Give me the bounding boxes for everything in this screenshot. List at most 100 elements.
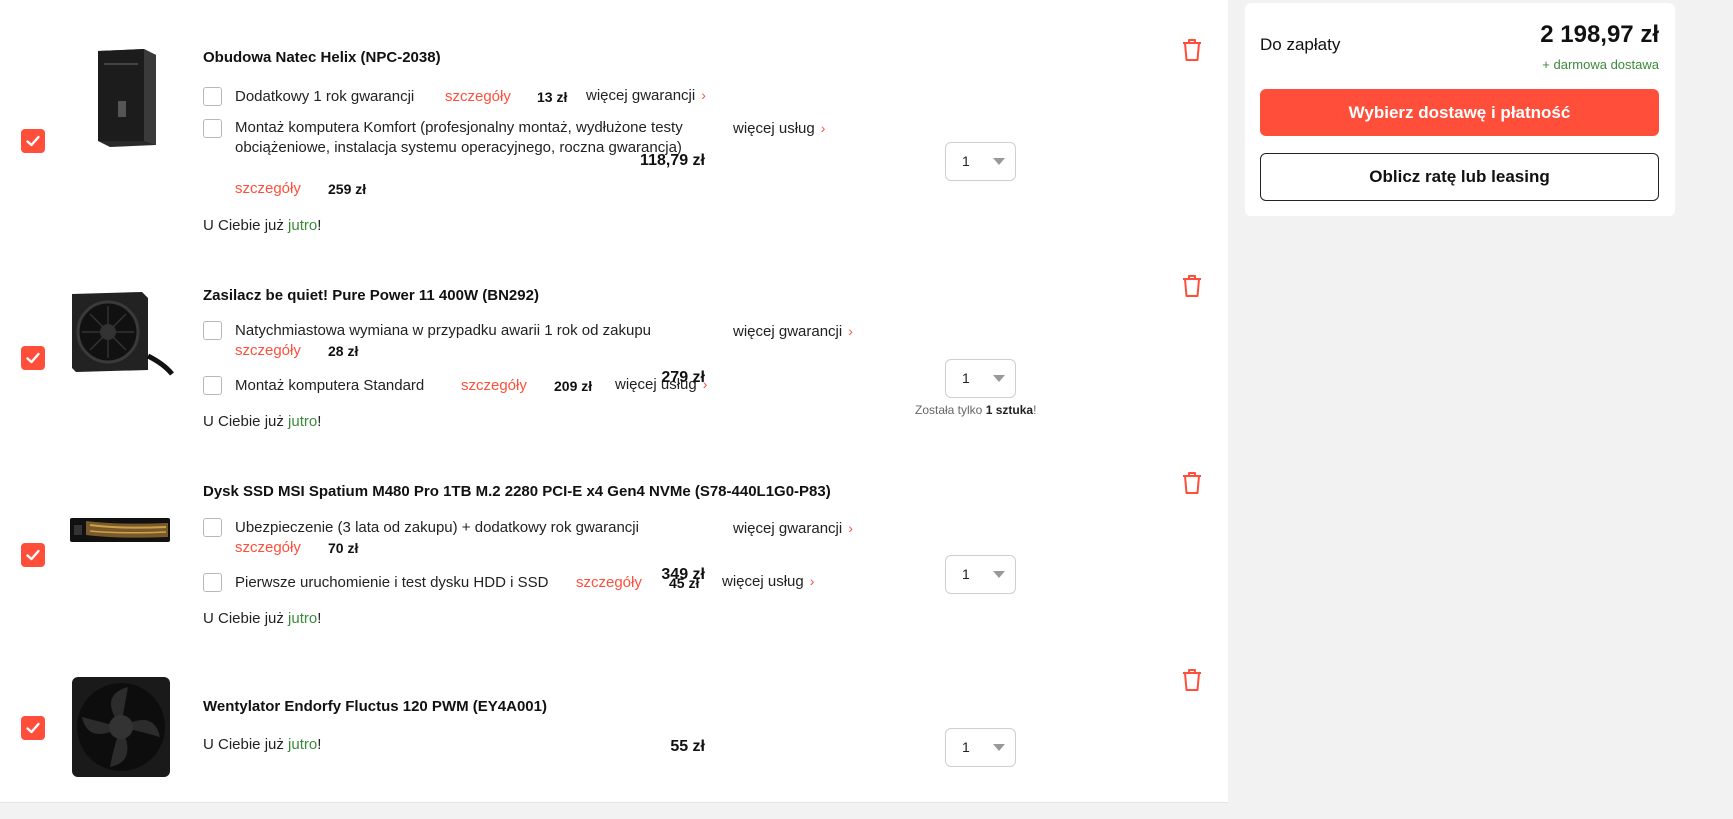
more-services-link[interactable]: więcej usług › (722, 573, 814, 590)
more-services-label: więcej usług (722, 573, 804, 590)
order-total: 2 198,97 zł (1540, 21, 1659, 48)
option-details-link[interactable]: szczegóły (461, 377, 527, 394)
delivery-info: U Ciebie już jutro! (203, 217, 321, 234)
delivery-info: U Ciebie już jutro! (203, 413, 321, 430)
cart-items-panel: Obudowa Natec Helix (NPC-2038) Dodatkowy… (0, 0, 1228, 803)
delivery-suffix: ! (317, 610, 322, 627)
chevron-right-icon: › (701, 87, 706, 103)
chevron-right-icon: › (848, 323, 853, 339)
calculate-installment-button[interactable]: Oblicz ratę lub leasing (1260, 153, 1659, 201)
delivery-prefix: U Ciebie już (203, 217, 289, 234)
option-price: 209 zł (554, 378, 593, 394)
trash-icon (1183, 472, 1201, 494)
free-delivery-note: + darmowa dostawa (1542, 57, 1659, 72)
quantity-select[interactable]: 1 (945, 142, 1016, 181)
product-title[interactable]: Obudowa Natec Helix (NPC-2038) (203, 49, 441, 66)
chevron-right-icon: › (848, 520, 853, 536)
remove-item-button[interactable] (1179, 667, 1205, 693)
product-image-ssd[interactable] (68, 515, 174, 545)
quantity-select[interactable]: 1 (945, 555, 1016, 594)
option-checkbox[interactable] (203, 321, 222, 340)
remove-item-button[interactable] (1179, 273, 1205, 299)
option-label: Montaż komputera Standard (235, 377, 425, 394)
option-details-link[interactable]: szczegóły (576, 574, 642, 591)
choose-delivery-payment-button[interactable]: Wybierz dostawę i płatność (1260, 89, 1659, 136)
trash-icon (1183, 39, 1201, 61)
chevron-right-icon: › (820, 120, 826, 136)
line-price: 55 zł (670, 738, 705, 755)
option-checkbox[interactable] (203, 573, 222, 592)
line-price: 279 zł (661, 369, 705, 386)
more-services-link[interactable]: więcej usług › (733, 120, 825, 137)
checkmark-icon (26, 722, 40, 734)
option-details-link[interactable]: szczegóły (235, 180, 301, 197)
trash-icon (1183, 669, 1201, 691)
low-stock-notice: Została tylko 1 sztuka! (915, 403, 1036, 417)
more-warranty-label: więcej gwarancji (733, 520, 843, 537)
more-services-label: więcej usług (733, 120, 815, 137)
delivery-suffix: ! (317, 217, 322, 234)
dropdown-arrow-icon (993, 375, 1005, 382)
option-label: Ubezpieczenie (3 lata od zakupu) + dodat… (235, 519, 639, 536)
more-warranty-link[interactable]: więcej gwarancji › (733, 520, 853, 537)
more-warranty-label: więcej gwarancji (733, 323, 843, 340)
product-title[interactable]: Wentylator Endorfy Fluctus 120 PWM (EY4A… (203, 698, 547, 715)
delivery-day: jutro (288, 217, 318, 234)
delivery-day: jutro (288, 610, 318, 627)
stock-suffix: ! (1033, 403, 1037, 417)
item-select-checkbox[interactable] (21, 346, 45, 370)
to-pay-label: Do zapłaty (1260, 35, 1341, 54)
option-checkbox[interactable] (203, 87, 222, 106)
quantity-value: 1 (962, 566, 970, 582)
line-price: 118,79 zł (640, 152, 705, 169)
remove-item-button[interactable] (1179, 470, 1205, 496)
dropdown-arrow-icon (993, 158, 1005, 165)
remove-item-button[interactable] (1179, 37, 1205, 63)
checkmark-icon (26, 135, 40, 147)
more-warranty-link[interactable]: więcej gwarancji › (733, 323, 853, 340)
trash-icon (1183, 275, 1201, 297)
more-warranty-label: więcej gwarancji (586, 87, 696, 104)
option-label: Natychmiastowa wymiana w przypadku awari… (235, 322, 652, 339)
quantity-value: 1 (962, 153, 970, 169)
option-checkbox[interactable] (203, 376, 222, 395)
more-warranty-link[interactable]: więcej gwarancji › (586, 87, 706, 104)
stock-count: 1 sztuka (985, 403, 1034, 417)
item-select-checkbox[interactable] (21, 129, 45, 153)
option-price: 70 zł (328, 540, 359, 556)
delivery-prefix: U Ciebie już (203, 736, 289, 753)
product-title[interactable]: Dysk SSD MSI Spatium M480 Pro 1TB M.2 22… (203, 483, 831, 500)
option-checkbox[interactable] (203, 518, 222, 537)
product-image-fan[interactable] (68, 675, 174, 779)
product-image-power-supply[interactable] (68, 290, 174, 380)
option-details-link[interactable]: szczegóły (235, 539, 301, 556)
option-details-link[interactable]: szczegóły (235, 342, 301, 359)
dropdown-arrow-icon (993, 744, 1005, 751)
delivery-day: jutro (288, 413, 318, 430)
order-summary: Do zapłaty 2 198,97 zł + darmowa dostawa… (1245, 3, 1675, 216)
delivery-prefix: U Ciebie już (203, 413, 289, 430)
option-checkbox[interactable] (203, 119, 222, 138)
item-select-checkbox[interactable] (21, 543, 45, 567)
line-price: 349 zł (661, 566, 705, 583)
item-select-checkbox[interactable] (21, 716, 45, 740)
delivery-suffix: ! (317, 413, 322, 430)
delivery-suffix: ! (317, 736, 322, 753)
delivery-day: jutro (288, 736, 318, 753)
option-label: Montaż komputera Komfort (profesjonalny … (235, 119, 683, 156)
option-label: Pierwsze uruchomienie i test dysku HDD i… (235, 574, 549, 591)
quantity-select[interactable]: 1 (945, 728, 1016, 767)
delivery-info: U Ciebie już jutro! (203, 736, 321, 753)
delivery-prefix: U Ciebie już (203, 610, 289, 627)
stock-prefix: Została tylko (915, 403, 986, 417)
checkmark-icon (26, 549, 40, 561)
quantity-value: 1 (962, 370, 970, 386)
product-title[interactable]: Zasilacz be quiet! Pure Power 11 400W (B… (203, 287, 539, 304)
product-image-pc-case[interactable] (68, 45, 174, 150)
option-details-link[interactable]: szczegóły (445, 88, 511, 105)
option-price: 259 zł (328, 181, 367, 197)
delivery-info: U Ciebie już jutro! (203, 610, 321, 627)
option-price: 13 zł (537, 89, 568, 105)
checkmark-icon (26, 352, 40, 364)
quantity-select[interactable]: 1 (945, 359, 1016, 398)
